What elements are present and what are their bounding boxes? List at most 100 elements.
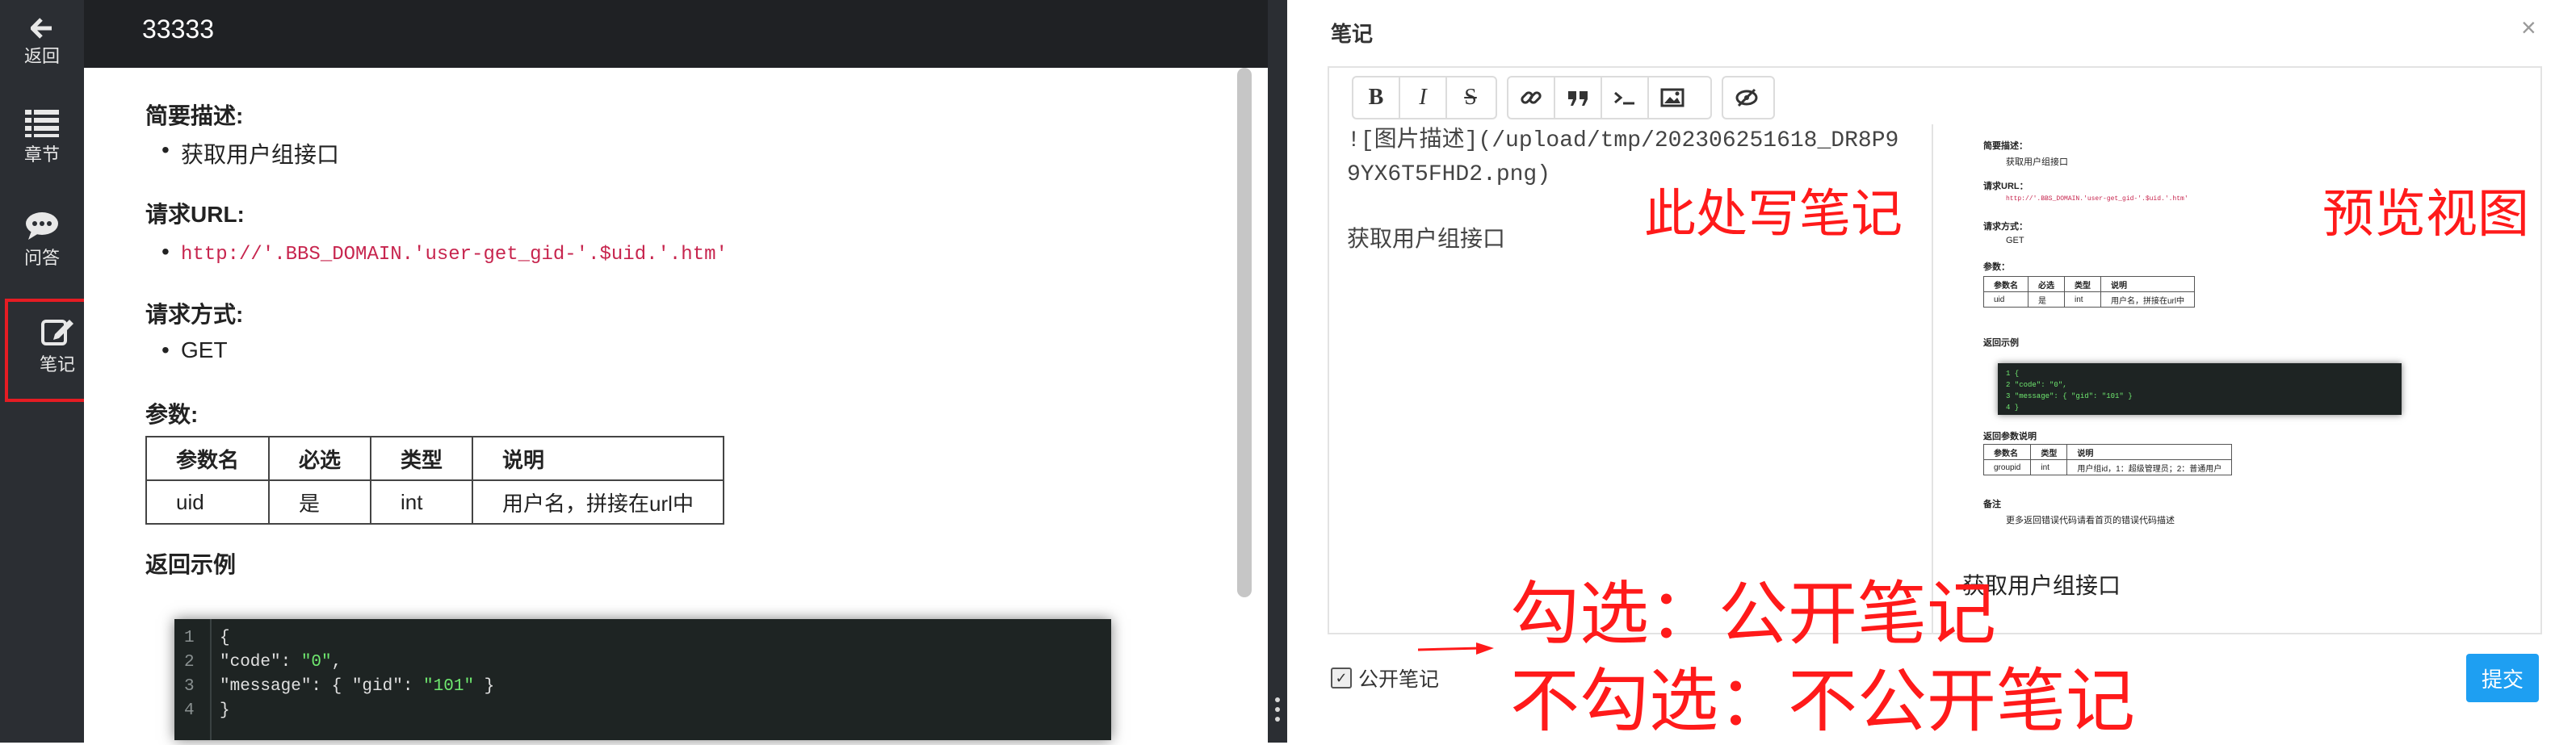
preview-item: GET: [2006, 236, 2024, 245]
table-header-row: 参数名 类型 说明: [1982, 444, 2233, 460]
list-icon: [25, 110, 59, 137]
table-row: uid 是 int 用户名，拼接在url中: [1983, 291, 2196, 308]
code-line: "message": { "gid": "101" }: [220, 677, 494, 696]
url-item: http://'.BBS_DOMAIN.'user-get_gid-'.$uid…: [162, 239, 728, 266]
quote-icon: [1568, 91, 1588, 106]
markdown-line[interactable]: 获取用户组接口: [1347, 221, 1505, 253]
table-header: 必选: [2028, 276, 2065, 292]
table-cell: 用户组id，1：超级管理员；2：普通用户: [2066, 459, 2233, 475]
panel-splitter[interactable]: [1268, 0, 1287, 743]
table-cell: int: [2064, 291, 2101, 308]
sidebar-item-label: 问答: [23, 248, 60, 268]
preview-heading: 返回参数说明: [1983, 432, 2037, 442]
preview-params-table: 参数名 必选 类型 说明 uid 是 int 用户名，拼接在url中: [1983, 276, 2196, 308]
sidebar-item-chapters[interactable]: 章节: [0, 108, 84, 166]
line-number: 2: [184, 653, 195, 672]
public-note-checkbox[interactable]: ✓: [1331, 668, 1352, 688]
code-string: "0": [300, 653, 332, 672]
table-row: groupid int 用户组id，1：超级管理员；2：普通用户: [1982, 459, 2233, 475]
public-note-checkbox-row[interactable]: ✓ 公开笔记: [1331, 663, 1439, 693]
sidebar-item-qa[interactable]: 问答: [0, 211, 84, 270]
strikethrough-button[interactable]: S: [1447, 77, 1494, 118]
code-string: "101": [423, 677, 475, 696]
url-code: http://'.BBS_DOMAIN.'user-get_gid-'.$uid…: [181, 244, 728, 266]
table-cell: 是: [268, 479, 372, 525]
preview-group: [1722, 76, 1775, 119]
table-header: 参数名: [145, 436, 271, 481]
table-cell: 用户名，拼接在url中: [2100, 291, 2196, 308]
bold-button[interactable]: B: [1353, 77, 1400, 118]
table-cell: 用户名，拼接在url中: [472, 479, 724, 525]
insert-group: [1507, 76, 1712, 119]
drag-dot: [1275, 717, 1280, 722]
line-number: 1: [184, 629, 195, 647]
doc-scrollbar[interactable]: [1237, 68, 1252, 597]
code-line: 4 }: [2006, 404, 2020, 412]
table-header: 参数名: [1983, 276, 2028, 292]
code-line: 1 {: [2006, 370, 2020, 378]
terminal-icon: [1614, 91, 1634, 105]
table-row: uid 是 int 用户名，拼接在url中: [145, 479, 724, 525]
link-icon: [1521, 91, 1542, 104]
preview-item: 获取用户组接口: [2006, 157, 2068, 167]
preview-heading: 简要描述：: [1983, 141, 2028, 151]
image-button[interactable]: [1649, 77, 1696, 118]
table-header-row: 参数名 必选 类型 说明: [1983, 276, 2196, 292]
code-key: "code":: [220, 653, 301, 672]
table-header: 类型: [2064, 276, 2101, 292]
quote-button[interactable]: [1555, 77, 1602, 118]
summary-item: 获取用户组接口: [162, 137, 339, 170]
table-cell: int: [370, 479, 474, 525]
code-gutter: [210, 619, 212, 740]
table-header: 说明: [2100, 276, 2196, 292]
preview-heading: 返回示例: [1983, 338, 2019, 348]
arrow-right-icon: [1418, 642, 1494, 655]
code-tail: ,: [331, 653, 342, 672]
preview-item: 更多返回错误代码请看首页的错误代码描述: [2006, 516, 2175, 525]
preview-heading: 请求URL：: [1983, 182, 2028, 191]
doc-header: 33333: [84, 0, 1276, 68]
italic-button[interactable]: I: [1400, 77, 1447, 118]
code-line: "code": "0",: [220, 653, 342, 672]
drag-dot: [1275, 707, 1280, 712]
table-cell: 是: [2028, 291, 2065, 308]
code-key: "message": { "gid":: [220, 677, 424, 696]
panel-title: 笔记: [1331, 22, 1374, 46]
annotation-preview-view: 预览视图: [2322, 185, 2529, 243]
line-number: 4: [184, 701, 195, 720]
line-number: 3: [184, 677, 195, 696]
link-button[interactable]: [1508, 77, 1555, 118]
table-cell: int: [2030, 459, 2068, 475]
annotation-checked: 勾选：公开笔记: [1510, 575, 1996, 653]
url-heading: 请求URL:: [145, 202, 245, 227]
page-title: 33333: [142, 15, 214, 44]
toggle-preview-button[interactable]: [1723, 77, 1770, 118]
image-icon: [1660, 88, 1684, 107]
table-header-row: 参数名 必选 类型 说明: [145, 436, 724, 481]
submit-button[interactable]: 提交: [2466, 654, 2539, 702]
sidebar-item-back[interactable]: 返回: [0, 18, 84, 68]
code-block: 1 { 2 "code": "0", 3 "message": { "gid":…: [174, 619, 1111, 740]
table-cell: groupid: [1982, 459, 2032, 475]
preview-code-block: 1 { 2 "code": "0", 3 "message": { "gid":…: [1998, 363, 2402, 415]
code-line: }: [220, 701, 230, 720]
close-icon[interactable]: ×: [2521, 13, 2536, 43]
table-header: 类型: [2030, 444, 2068, 460]
table-header: 必选: [268, 436, 372, 481]
code-line: 2 "code": "0",: [2006, 381, 2067, 389]
params-table: 参数名 必选 类型 说明 uid 是 int 用户名，拼接在url中: [145, 436, 724, 525]
sidebar-item-label: 章节: [23, 144, 60, 165]
preview-heading: 请求方式：: [1983, 222, 2028, 232]
summary-heading: 简要描述:: [145, 103, 244, 128]
code-tail: }: [474, 677, 495, 696]
edit-icon: [41, 320, 73, 345]
sidebar-item-label: 返回: [23, 46, 60, 66]
preview-return-table: 参数名 类型 说明 groupid int 用户组id，1：超级管理员；2：普通用户: [1982, 444, 2233, 475]
drag-dot: [1275, 697, 1280, 702]
code-button[interactable]: [1602, 77, 1649, 118]
format-group: B I S: [1352, 76, 1497, 119]
sidebar-item-label: 笔记: [39, 354, 75, 375]
params-heading: 参数:: [145, 402, 199, 427]
example-heading: 返回示例: [145, 552, 237, 577]
table-header: 参数名: [1982, 444, 2032, 460]
